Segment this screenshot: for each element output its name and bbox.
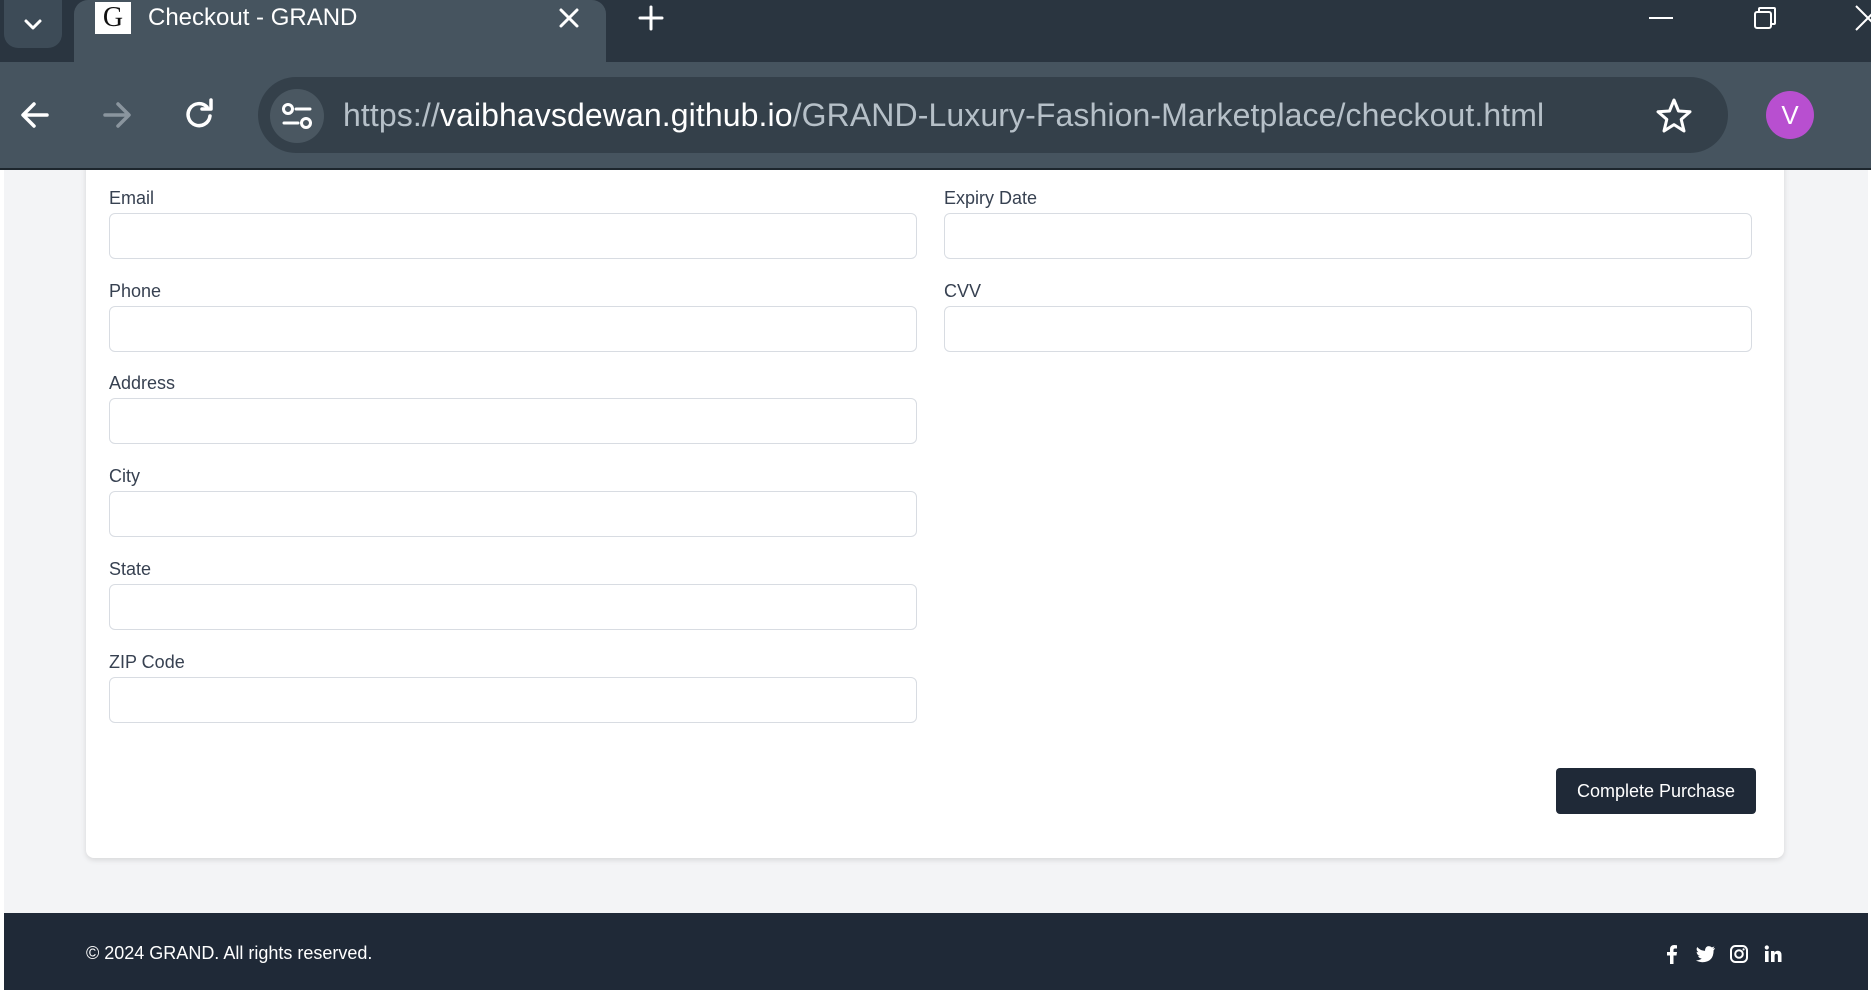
state-label: State — [109, 559, 152, 579]
url-text[interactable]: https://vaibhavsdewan.github.io/GRAND-Lu… — [343, 94, 1544, 136]
back-icon[interactable] — [15, 95, 55, 135]
expiry-date-label: Expiry Date — [944, 188, 1038, 208]
zip-code-field[interactable] — [109, 677, 917, 723]
restore-icon[interactable] — [1749, 2, 1781, 34]
complete-purchase-button[interactable]: Complete Purchase — [1556, 768, 1756, 814]
cvv-field[interactable] — [944, 306, 1752, 352]
city-field[interactable] — [109, 491, 917, 537]
site-info-button[interactable] — [270, 89, 324, 143]
state-field[interactable] — [109, 584, 917, 630]
facebook-icon[interactable] — [1661, 943, 1683, 965]
phone-label: Phone — [109, 281, 162, 301]
profile-avatar[interactable]: V — [1766, 91, 1814, 139]
minimize-icon[interactable] — [1645, 2, 1677, 34]
copyright-text: © 2024 GRAND. All rights reserved. — [86, 943, 373, 963]
email-label: Email — [109, 188, 155, 208]
address-field[interactable] — [109, 398, 917, 444]
bookmark-star-icon[interactable] — [1654, 96, 1694, 136]
zip-code-label: ZIP Code — [109, 652, 185, 672]
close-icon[interactable] — [555, 4, 583, 32]
tab-search-button[interactable] — [4, 0, 62, 48]
forward-icon[interactable] — [97, 95, 137, 135]
city-label: City — [109, 466, 140, 486]
window-close-icon[interactable] — [1852, 2, 1871, 34]
tab-favicon: G — [95, 2, 131, 34]
new-tab-icon[interactable] — [635, 2, 667, 34]
cvv-label: CVV — [944, 281, 982, 301]
reload-icon[interactable] — [180, 95, 220, 135]
instagram-icon[interactable] — [1728, 943, 1750, 965]
chevron-down-icon — [24, 19, 42, 30]
phone-field[interactable] — [109, 306, 917, 352]
expiry-date-field[interactable] — [944, 213, 1752, 259]
address-label: Address — [109, 373, 176, 393]
twitter-icon[interactable] — [1694, 943, 1716, 965]
url-host: vaibhavsdewan.github.io — [439, 97, 793, 133]
site-info-icon — [282, 103, 312, 129]
url-path: /GRAND-Luxury-Fashion-Marketplace/checko… — [792, 97, 1545, 133]
page-content — [4, 170, 1868, 990]
email-field[interactable] — [109, 213, 917, 259]
linkedin-icon[interactable] — [1762, 943, 1784, 965]
url-scheme: https:// — [343, 97, 440, 133]
tab-title: Checkout - GRAND — [148, 4, 358, 31]
